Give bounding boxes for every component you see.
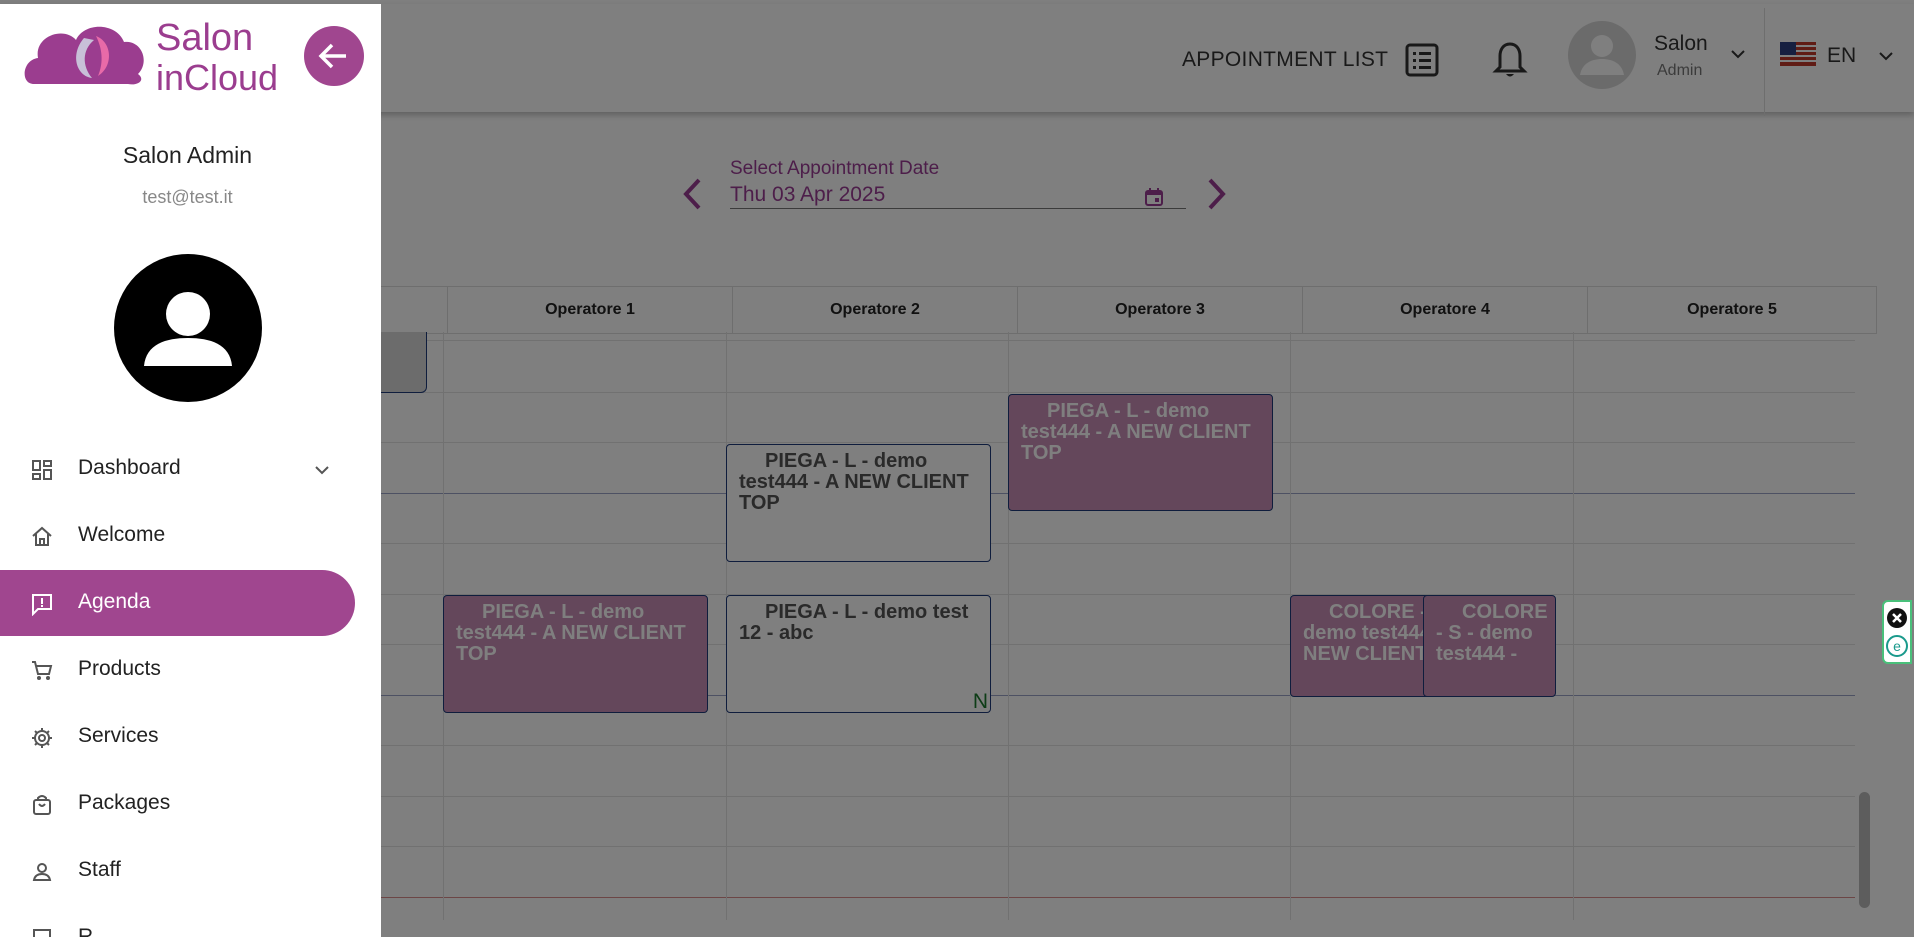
salon-incloud-logo: Salon inCloud: [24, 17, 278, 94]
sidebar-item-label: Welcome: [78, 523, 166, 546]
profile-avatar[interactable]: [114, 254, 262, 402]
chevron-down-icon: [315, 466, 329, 475]
svg-text:e: e: [1893, 638, 1901, 654]
sidebar-item-packages[interactable]: Packages: [0, 771, 355, 837]
bag-icon: [33, 795, 51, 815]
sidebar-item-dashboard[interactable]: Dashboard: [0, 436, 355, 502]
sidebar-item-label: Products: [78, 657, 161, 680]
sidebar-item-welcome[interactable]: Welcome: [0, 503, 355, 569]
person-icon: [144, 292, 232, 366]
sidebar-item-label: Packages: [78, 791, 171, 814]
sidebar-item-label: Staff: [78, 858, 121, 881]
sidebar-drawer: Salon inCloud Salon Admin test@test.it D…: [0, 4, 381, 937]
sidebar-item-label: R...: [78, 925, 111, 937]
agenda-icon: [32, 594, 52, 616]
arrow-left-icon: [318, 43, 346, 69]
sidebar-item-label: Agenda: [78, 590, 151, 613]
profile-email: test@test.it: [142, 187, 233, 207]
logo-text: inCloud: [156, 57, 278, 94]
collapse-sidebar-button[interactable]: [304, 26, 364, 86]
report-icon: [33, 929, 51, 937]
logo-text: Salon: [156, 17, 253, 59]
profile-name: Salon Admin: [122, 142, 253, 168]
sidebar-item-services[interactable]: Services: [0, 704, 355, 770]
sidebar-item-label: Services: [78, 724, 159, 747]
dashboard-icon: [32, 460, 52, 480]
home-icon: [32, 526, 52, 546]
sidebar-item-label: Dashboard: [78, 456, 181, 479]
sidebar-item-products[interactable]: Products: [0, 637, 355, 703]
sidebar-item-staff[interactable]: Staff: [0, 838, 355, 904]
person-icon: [32, 863, 52, 881]
sidebar-item-reports[interactable]: R...: [0, 905, 355, 937]
side-widget[interactable]: e: [1882, 600, 1912, 664]
gear-icon: [32, 728, 52, 748]
close-icon[interactable]: e: [1884, 602, 1910, 662]
sidebar-item-agenda[interactable]: Agenda: [0, 570, 355, 636]
cart-icon: [32, 661, 53, 680]
